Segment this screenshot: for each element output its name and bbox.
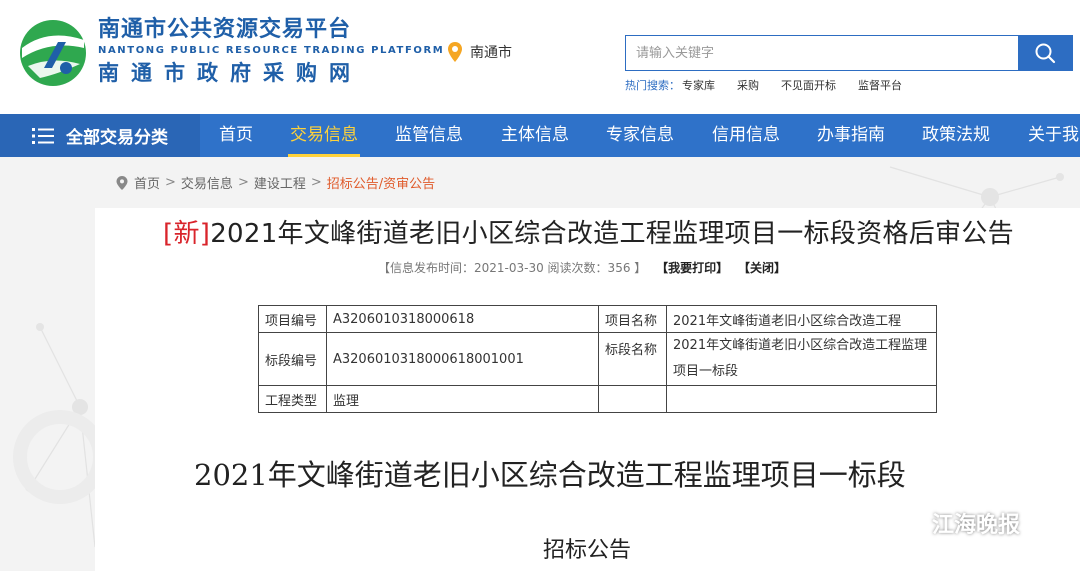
article-meta: 【信息发布时间：2021-03-30 阅读次数：356 】 【我要打印】 【关闭… bbox=[378, 259, 786, 276]
search-input[interactable] bbox=[626, 36, 1018, 70]
table-cell-value: 2021年文峰街道老旧小区综合改造工程 bbox=[666, 305, 937, 333]
table-cell-value: 监理 bbox=[326, 385, 599, 413]
search-box bbox=[625, 35, 1073, 71]
brand-title: 南通市公共资源交易平台 bbox=[98, 17, 352, 42]
watermark-text: 江海晚报 bbox=[932, 513, 1021, 538]
search-icon bbox=[1035, 43, 1056, 64]
table-cell-value: 2021年文峰街道老旧小区综合改造工程监理项目一标段 bbox=[666, 332, 937, 386]
hot-search-label: 热门搜索： bbox=[625, 79, 680, 92]
breadcrumb-current[interactable]: 招标公告/资审公告 bbox=[327, 173, 435, 192]
city-label: 南通市 bbox=[470, 45, 512, 61]
table-cell-label: 工程类型 bbox=[258, 385, 327, 413]
nav-item-policy[interactable]: 政策法规 bbox=[922, 114, 990, 157]
breadcrumb-separator: > bbox=[237, 175, 249, 190]
print-button[interactable]: 【我要打印】 bbox=[656, 261, 728, 275]
brand-block[interactable]: 南通市公共资源交易平台 NANTONG PUBLIC RESOURCE TRAD… bbox=[98, 16, 444, 88]
site-header: 南通市公共资源交易平台 NANTONG PUBLIC RESOURCE TRAD… bbox=[0, 0, 1080, 114]
table-row: 标段编号 A3206010318000618001001 标段名称 2021年文… bbox=[258, 332, 937, 386]
table-cell-label: 项目名称 bbox=[598, 305, 667, 333]
search-button[interactable] bbox=[1018, 36, 1072, 70]
nav-item-supervision-info[interactable]: 监管信息 bbox=[395, 114, 463, 157]
article-title-text: 2021年文峰街道老旧小区综合改造工程监理项目一标段资格后审公告 bbox=[210, 219, 1014, 249]
nav-item-guide[interactable]: 办事指南 bbox=[817, 114, 885, 157]
main-nav: 全部交易分类 首页 交易信息 监管信息 主体信息 专家信息 信用信息 办事指南 … bbox=[0, 114, 1080, 157]
breadcrumb-home[interactable]: 首页 bbox=[134, 173, 160, 192]
platform-logo-icon[interactable] bbox=[18, 18, 88, 88]
watermark: 江海晚报 bbox=[888, 507, 1020, 539]
table-cell-value: A3206010318000618 bbox=[326, 305, 599, 333]
table-cell-value bbox=[666, 385, 937, 413]
table-cell-label: 项目编号 bbox=[258, 305, 327, 333]
nav-item-home[interactable]: 首页 bbox=[219, 114, 253, 157]
close-button[interactable]: 【关闭】 bbox=[738, 261, 786, 275]
brand-subtitle: 南通市政府采购网 bbox=[98, 61, 362, 85]
document-title: 2021年文峰街道老旧小区综合改造工程监理项目一标段 bbox=[194, 458, 906, 492]
table-cell-label: 标段名称 bbox=[598, 332, 667, 386]
hot-search-item-remote-bid[interactable]: 不见面开标 bbox=[781, 77, 836, 93]
project-info-table: 项目编号 A3206010318000618 项目名称 2021年文峰街道老旧小… bbox=[258, 305, 937, 413]
breadcrumb-construction[interactable]: 建设工程 bbox=[254, 173, 306, 192]
all-categories-label: 全部交易分类 bbox=[66, 128, 168, 148]
location-pin-icon bbox=[448, 42, 462, 62]
breadcrumb: 首页 > 交易信息 > 建设工程 > 招标公告/资审公告 bbox=[115, 173, 435, 192]
table-cell-value: A3206010318000618001001 bbox=[326, 332, 599, 386]
nav-item-credit-info[interactable]: 信用信息 bbox=[712, 114, 780, 157]
city-selector[interactable]: 南通市 bbox=[448, 42, 512, 62]
all-categories-button[interactable]: 全部交易分类 bbox=[0, 114, 200, 157]
table-row: 项目编号 A3206010318000618 项目名称 2021年文峰街道老旧小… bbox=[258, 305, 937, 333]
table-cell-label bbox=[598, 385, 667, 413]
menu-list-icon bbox=[32, 127, 54, 144]
nav-item-about[interactable]: 关于我 bbox=[1028, 114, 1079, 157]
hot-search-item-procurement[interactable]: 采购 bbox=[737, 77, 759, 93]
breadcrumb-separator: > bbox=[165, 175, 176, 190]
hot-search: 热门搜索： 专家库 采购 不见面开标 监督平台 bbox=[625, 77, 924, 93]
nav-item-trading-info[interactable]: 交易信息 bbox=[288, 114, 360, 157]
table-row: 工程类型 监理 bbox=[258, 385, 937, 413]
location-marker-icon bbox=[116, 175, 128, 190]
breadcrumb-separator: > bbox=[310, 175, 322, 190]
nav-item-expert-info[interactable]: 专家信息 bbox=[606, 114, 674, 157]
document-subtitle: 招标公告 bbox=[543, 538, 632, 563]
hot-search-item-supervision[interactable]: 监督平台 bbox=[858, 77, 902, 93]
article-title: [新]2021年文峰街道老旧小区综合改造工程监理项目一标段资格后审公告 bbox=[163, 213, 1014, 250]
publish-info: 【信息发布时间：2021-03-30 阅读次数：356 】 bbox=[378, 261, 647, 275]
brand-english: NANTONG PUBLIC RESOURCE TRADING PLATFORM bbox=[98, 45, 445, 56]
new-tag: [新] bbox=[163, 219, 211, 249]
hot-search-item-experts[interactable]: 专家库 bbox=[682, 77, 715, 93]
breadcrumb-trading-info[interactable]: 交易信息 bbox=[181, 173, 233, 192]
table-cell-label: 标段编号 bbox=[258, 332, 327, 386]
wechat-icon bbox=[888, 508, 927, 537]
nav-item-entity-info[interactable]: 主体信息 bbox=[501, 114, 569, 157]
